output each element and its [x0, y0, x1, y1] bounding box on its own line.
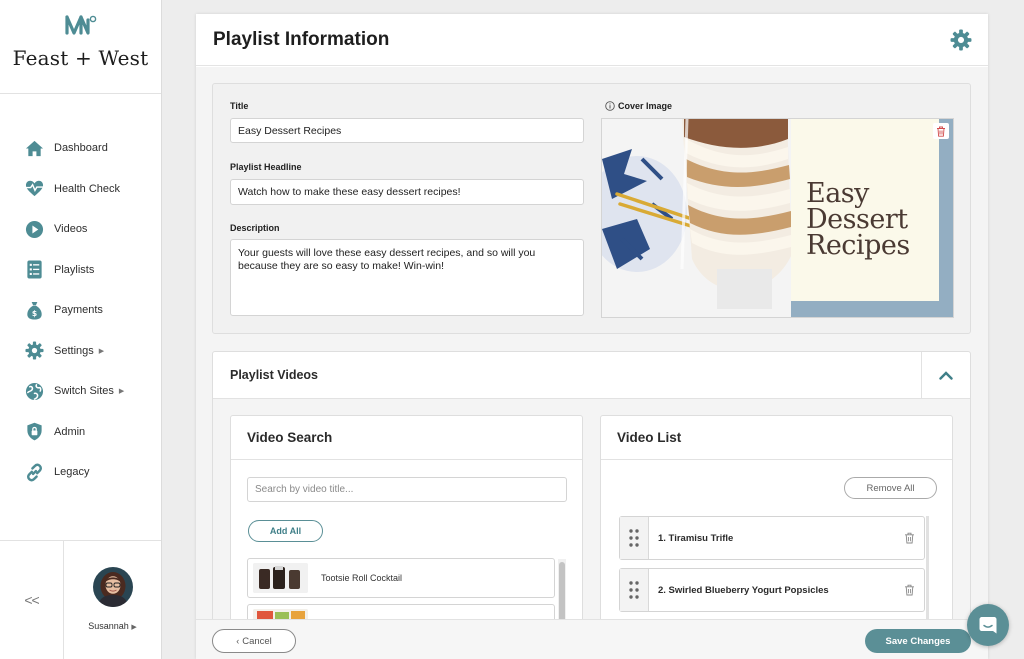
chevron-left-icon: ‹: [236, 636, 240, 646]
gear-icon: [25, 341, 44, 360]
playlist-info-form: Title Easy Dessert Recipes Playlist Head…: [212, 83, 971, 334]
heartbeat-icon: [25, 180, 44, 197]
sidebar-item-settings[interactable]: Settings ▶: [0, 331, 161, 372]
sidebar-item-label: Legacy: [54, 466, 90, 479]
cancel-button[interactable]: ‹ Cancel: [212, 629, 296, 653]
user-menu[interactable]: Susannah ▶: [64, 541, 161, 659]
trash-icon[interactable]: [904, 532, 915, 544]
page-title: Playlist Information: [213, 28, 390, 50]
chevron-right-icon: ▶: [118, 388, 125, 396]
section-title: Playlist Videos: [230, 368, 319, 382]
headline-label: Playlist Headline: [230, 162, 302, 172]
panel-footer: ‹ Cancel Save Changes: [196, 619, 988, 659]
playlist-panel: Playlist Information Title Easy Dessert …: [196, 14, 988, 659]
cover-image[interactable]: Easy Dessert Recipes: [601, 118, 954, 318]
video-thumbnail: [253, 563, 308, 593]
search-result-row[interactable]: Tootsie Roll Cocktail: [247, 558, 555, 598]
money-bag-icon: $: [27, 301, 42, 320]
sidebar-item-label: Videos: [54, 223, 88, 236]
settings-gear-icon[interactable]: [950, 29, 972, 51]
save-changes-button[interactable]: Save Changes: [865, 629, 971, 653]
list-icon: [27, 260, 42, 279]
avatar: [92, 567, 133, 607]
add-all-button[interactable]: Add All: [248, 520, 323, 542]
sidebar-item-health-check[interactable]: Health Check: [0, 169, 161, 210]
sidebar: Feast + West Dashboard Health Check Vide…: [0, 0, 162, 659]
play-circle-icon: [25, 220, 44, 238]
info-icon[interactable]: [605, 101, 615, 111]
collapse-section-button[interactable]: [921, 352, 970, 398]
sidebar-item-label: Playlists: [54, 263, 95, 276]
search-result-row[interactable]: [247, 604, 555, 619]
sidebar-item-videos[interactable]: Videos: [0, 209, 161, 250]
sidebar-item-label: Payments: [54, 304, 103, 317]
video-search-card: Video Search Add All Tootsie Roll Cockta…: [230, 415, 583, 619]
results-scrollbar[interactable]: [558, 559, 566, 619]
globe-icon: [25, 382, 44, 400]
sidebar-item-label: Settings: [54, 344, 94, 357]
cover-text-line: Recipes: [806, 230, 910, 261]
video-list-title: 1. Tiramisu Trifle: [658, 532, 734, 544]
sidebar-item-label: Health Check: [54, 182, 121, 195]
drag-handle-icon[interactable]: [620, 517, 649, 559]
video-list-card: Video List Remove All 1. Tiramisu Trifle: [600, 415, 953, 619]
cover-image-label: Cover Image: [605, 101, 672, 111]
headline-field[interactable]: Watch how to make these easy dessert rec…: [230, 179, 584, 205]
brand-name: Feast + West: [12, 46, 149, 70]
sidebar-item-admin[interactable]: Admin: [0, 412, 161, 453]
sidebar-item-label: Admin: [54, 425, 86, 438]
list-scrollbar[interactable]: [926, 516, 929, 619]
chevron-right-icon: ▶: [131, 624, 137, 631]
sidebar-item-label: Switch Sites: [54, 385, 114, 398]
video-list-title: 2. Swirled Blueberry Yogurt Popsicles: [658, 584, 829, 596]
sidebar-item-label: Dashboard: [54, 142, 108, 155]
cover-image-artwork: Easy Dessert Recipes: [602, 119, 953, 317]
description-label: Description: [230, 223, 280, 233]
video-search-input[interactable]: [247, 477, 567, 502]
card-title: Video List: [601, 416, 952, 460]
remove-cover-button[interactable]: [933, 123, 949, 139]
playlist-videos-header: Playlist Videos: [213, 352, 970, 399]
svg-text:$: $: [32, 309, 37, 318]
house-icon: [25, 140, 44, 156]
brand-logo-icon: [64, 15, 96, 35]
panel-body: Title Easy Dessert Recipes Playlist Head…: [196, 67, 988, 619]
user-name: Susannah ▶: [88, 621, 137, 631]
trash-icon[interactable]: [904, 584, 915, 596]
description-field[interactable]: Your guests will love these easy dessert…: [230, 239, 584, 316]
drag-handle-icon[interactable]: [620, 569, 649, 611]
trash-icon: [937, 126, 945, 137]
sidebar-item-dashboard[interactable]: Dashboard: [0, 128, 161, 169]
sidebar-item-playlists[interactable]: Playlists: [0, 250, 161, 291]
playlist-videos-section: Playlist Videos Video Search Add All Too…: [212, 351, 971, 619]
video-list-item[interactable]: 2. Swirled Blueberry Yogurt Popsicles: [619, 568, 925, 612]
sidebar-item-payments[interactable]: $ Payments: [0, 290, 161, 331]
chat-icon: [979, 617, 997, 634]
remove-all-button[interactable]: Remove All: [844, 477, 937, 499]
videos-inner: Video Search Add All Tootsie Roll Cockta…: [213, 399, 970, 619]
link-icon: [26, 463, 43, 482]
video-thumbnail: [253, 609, 308, 619]
result-title: Tootsie Roll Cocktail: [321, 573, 403, 583]
brand: Feast + West: [0, 0, 161, 94]
double-chevron-left-icon: <<: [24, 592, 39, 608]
sidebar-footer: << Susannah ▶: [0, 540, 161, 659]
title-field[interactable]: Easy Dessert Recipes: [230, 118, 584, 143]
sidebar-item-switch-sites[interactable]: Switch Sites ▶: [0, 371, 161, 412]
shield-lock-icon: [27, 423, 42, 441]
chat-launcher-button[interactable]: [967, 604, 1009, 646]
sidebar-nav: Dashboard Health Check Videos Playlists …: [0, 94, 161, 493]
panel-header: Playlist Information: [196, 14, 988, 66]
card-title: Video Search: [231, 416, 582, 460]
video-list-item[interactable]: 1. Tiramisu Trifle: [619, 516, 925, 560]
title-label: Title: [230, 101, 249, 111]
chevron-right-icon: ▶: [98, 347, 105, 355]
sidebar-item-legacy[interactable]: Legacy: [0, 452, 161, 493]
scrollbar-thumb[interactable]: [559, 562, 565, 619]
chevron-up-icon: [939, 370, 953, 380]
collapse-sidebar-button[interactable]: <<: [0, 541, 64, 659]
